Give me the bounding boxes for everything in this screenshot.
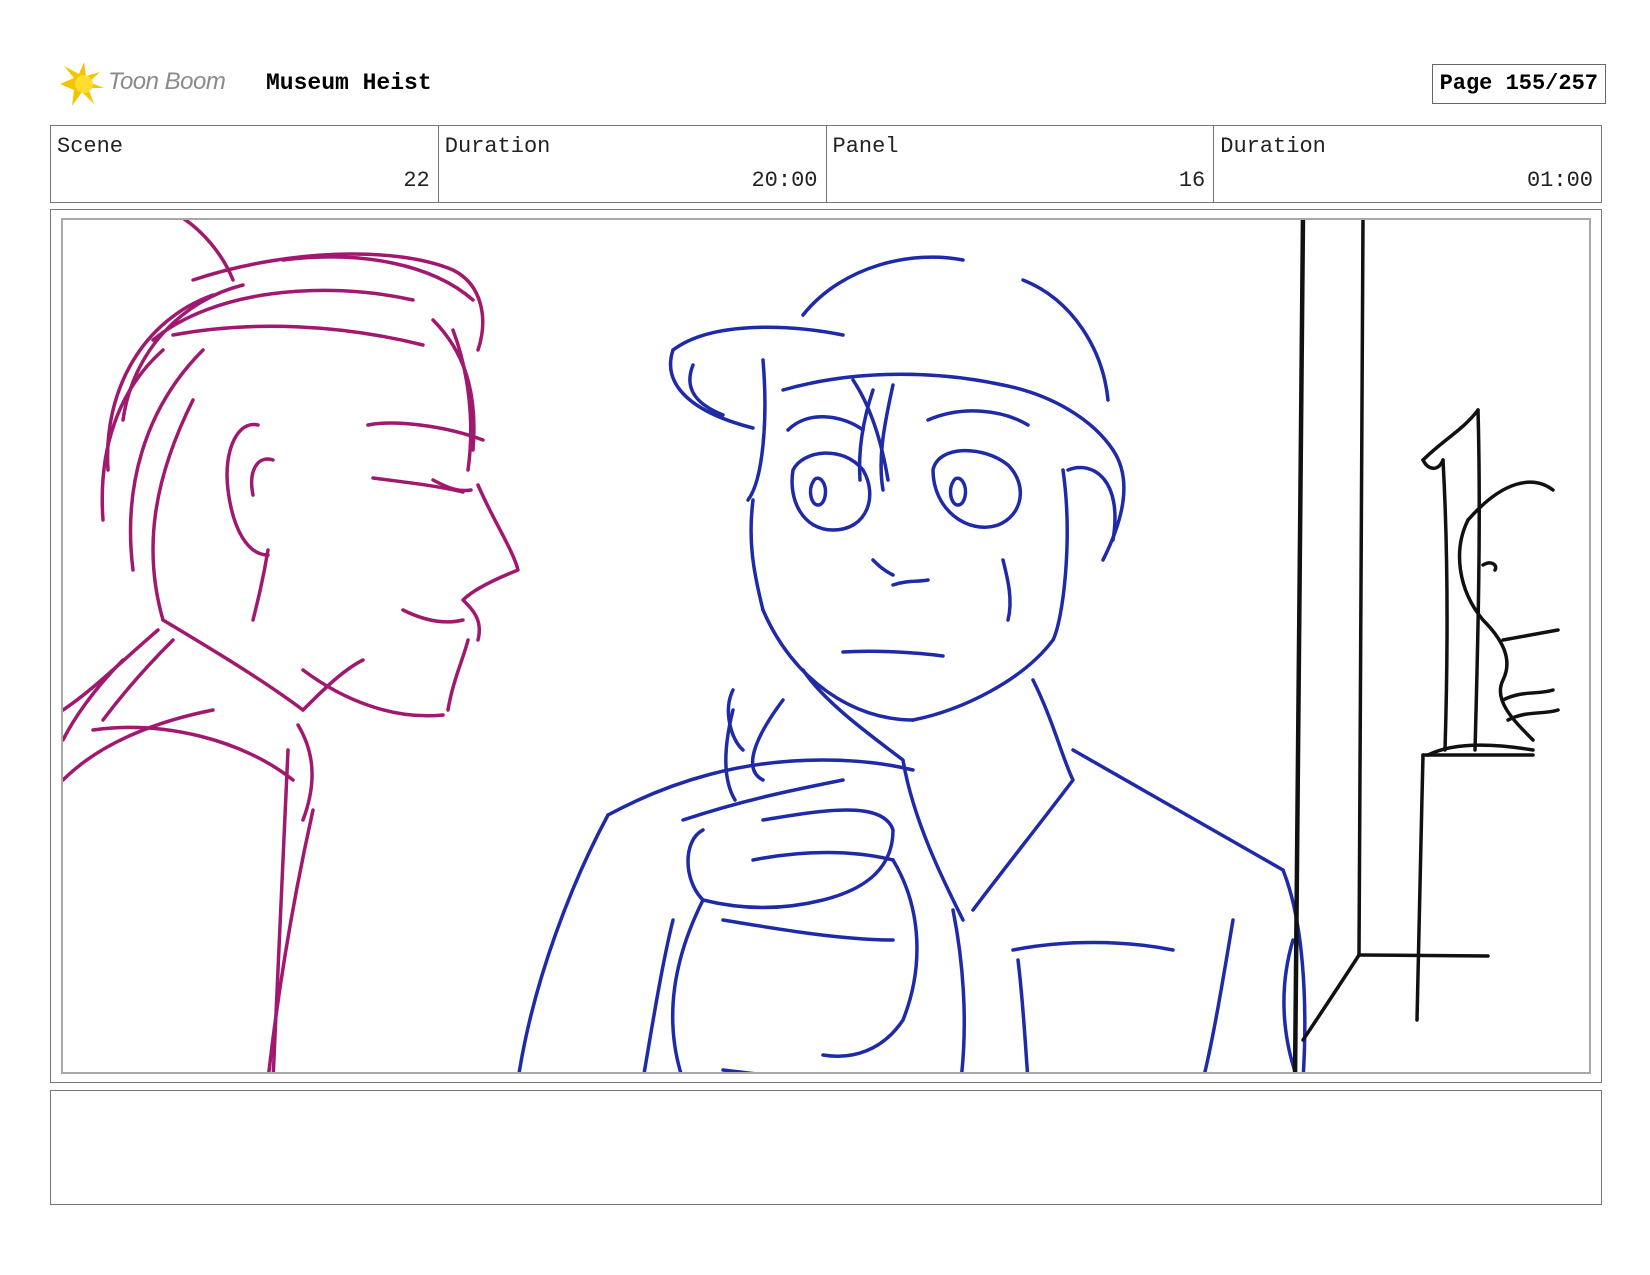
scene-cell: Scene 22 bbox=[51, 126, 439, 202]
scene-info-table: Scene 22 Duration 20:00 Panel 16 Duratio… bbox=[50, 125, 1602, 203]
sketch-right-character bbox=[517, 255, 1307, 1072]
toon-boom-logo: Toon Boom bbox=[54, 58, 249, 108]
scene-duration-value: 20:00 bbox=[751, 168, 818, 193]
panel-duration-label: Duration bbox=[1220, 134, 1326, 159]
panel-duration-cell: Duration 01:00 bbox=[1214, 126, 1601, 202]
sketch-background bbox=[1292, 220, 1560, 1072]
scene-duration-cell: Duration 20:00 bbox=[439, 126, 827, 202]
scene-label: Scene bbox=[57, 134, 124, 159]
burst-icon bbox=[60, 62, 104, 106]
panel-drawing-area bbox=[61, 218, 1591, 1074]
panel-value: 16 bbox=[1178, 168, 1206, 193]
logo-text: Toon Boom bbox=[108, 68, 226, 95]
panel-sketch bbox=[63, 220, 1560, 1072]
panel-frame bbox=[50, 209, 1602, 1083]
scene-value: 22 bbox=[403, 168, 430, 193]
scene-duration-label: Duration bbox=[444, 134, 551, 159]
page-indicator: Page 155/257 bbox=[1431, 64, 1606, 104]
panel-cell: Panel 16 bbox=[827, 126, 1215, 202]
panel-duration-value: 01:00 bbox=[1526, 168, 1593, 193]
project-title: Museum Heist bbox=[266, 70, 432, 96]
panel-notes-box bbox=[50, 1090, 1602, 1205]
sketch-left-character bbox=[63, 220, 520, 1072]
storyboard-header: Toon Boom Museum Heist Page 155/257 bbox=[54, 58, 1606, 108]
panel-label: Panel bbox=[832, 134, 899, 159]
